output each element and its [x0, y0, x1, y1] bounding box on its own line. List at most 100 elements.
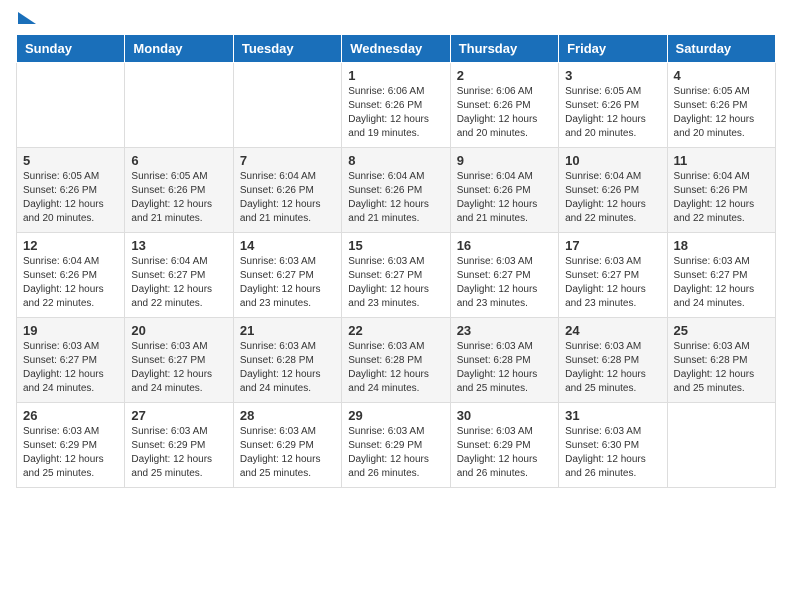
calendar-week-row: 5Sunrise: 6:05 AM Sunset: 6:26 PM Daylig… — [17, 148, 776, 233]
day-info: Sunrise: 6:03 AM Sunset: 6:28 PM Dayligh… — [565, 340, 660, 396]
day-number: 9 — [457, 153, 552, 168]
calendar-table: SundayMondayTuesdayWednesdayThursdayFrid… — [16, 34, 776, 488]
day-info: Sunrise: 6:03 AM Sunset: 6:29 PM Dayligh… — [240, 425, 335, 481]
day-info: Sunrise: 6:03 AM Sunset: 6:29 PM Dayligh… — [131, 425, 226, 481]
day-info: Sunrise: 6:04 AM Sunset: 6:26 PM Dayligh… — [674, 170, 769, 226]
day-of-week-header: Sunday — [17, 35, 125, 63]
day-number: 6 — [131, 153, 226, 168]
day-number: 13 — [131, 238, 226, 253]
day-number: 16 — [457, 238, 552, 253]
calendar-day-cell: 15 Sunrise: 6:03 AM Sunset: 6:27 PM Dayli… — [342, 233, 450, 318]
calendar-day-cell: 8 Sunrise: 6:04 AM Sunset: 6:26 PM Daylig… — [342, 148, 450, 233]
calendar-day-cell: 21 Sunrise: 6:03 AM Sunset: 6:28 PM Dayli… — [233, 318, 341, 403]
day-info: Sunrise: 6:03 AM Sunset: 6:28 PM Dayligh… — [348, 340, 443, 396]
calendar-day-cell: 26 Sunrise: 6:03 AM Sunset: 6:29 PM Dayli… — [17, 403, 125, 488]
calendar-week-row: 1 Sunrise: 6:06 AM Sunset: 6:26 PM Daylig… — [17, 63, 776, 148]
page-header — [16, 16, 776, 24]
calendar-day-cell — [17, 63, 125, 148]
day-info: Sunrise: 6:03 AM Sunset: 6:27 PM Dayligh… — [240, 255, 335, 311]
day-number: 2 — [457, 68, 552, 83]
day-of-week-header: Friday — [559, 35, 667, 63]
day-info: Sunrise: 6:03 AM Sunset: 6:27 PM Dayligh… — [457, 255, 552, 311]
calendar-day-cell: 7 Sunrise: 6:04 AM Sunset: 6:26 PM Daylig… — [233, 148, 341, 233]
day-number: 23 — [457, 323, 552, 338]
calendar-day-cell — [233, 63, 341, 148]
calendar-day-cell: 3 Sunrise: 6:05 AM Sunset: 6:26 PM Daylig… — [559, 63, 667, 148]
day-info: Sunrise: 6:03 AM Sunset: 6:29 PM Dayligh… — [348, 425, 443, 481]
day-of-week-header: Saturday — [667, 35, 775, 63]
day-info: Sunrise: 6:06 AM Sunset: 6:26 PM Dayligh… — [348, 85, 443, 141]
day-info: Sunrise: 6:03 AM Sunset: 6:28 PM Dayligh… — [674, 340, 769, 396]
calendar-week-row: 19 Sunrise: 6:03 AM Sunset: 6:27 PM Dayli… — [17, 318, 776, 403]
calendar-day-cell: 24 Sunrise: 6:03 AM Sunset: 6:28 PM Dayli… — [559, 318, 667, 403]
calendar-day-cell: 29 Sunrise: 6:03 AM Sunset: 6:29 PM Dayli… — [342, 403, 450, 488]
day-info: Sunrise: 6:06 AM Sunset: 6:26 PM Dayligh… — [457, 85, 552, 141]
calendar-day-cell: 22 Sunrise: 6:03 AM Sunset: 6:28 PM Dayli… — [342, 318, 450, 403]
day-info: Sunrise: 6:05 AM Sunset: 6:26 PM Dayligh… — [131, 170, 226, 226]
day-info: Sunrise: 6:03 AM Sunset: 6:28 PM Dayligh… — [457, 340, 552, 396]
calendar-day-cell: 11 Sunrise: 6:04 AM Sunset: 6:26 PM Dayli… — [667, 148, 775, 233]
day-info: Sunrise: 6:03 AM Sunset: 6:28 PM Dayligh… — [240, 340, 335, 396]
calendar-day-cell: 25Sunrise: 6:03 AM Sunset: 6:28 PM Dayli… — [667, 318, 775, 403]
day-number: 3 — [565, 68, 660, 83]
day-number: 26 — [23, 408, 118, 423]
calendar-day-cell: 12 Sunrise: 6:04 AM Sunset: 6:26 PM Dayli… — [17, 233, 125, 318]
day-number: 19 — [23, 323, 118, 338]
day-number: 28 — [240, 408, 335, 423]
day-number: 27 — [131, 408, 226, 423]
day-info: Sunrise: 6:04 AM Sunset: 6:26 PM Dayligh… — [457, 170, 552, 226]
calendar-day-cell: 14 Sunrise: 6:03 AM Sunset: 6:27 PM Dayli… — [233, 233, 341, 318]
day-info: Sunrise: 6:04 AM Sunset: 6:26 PM Dayligh… — [23, 255, 118, 311]
calendar-body: 1 Sunrise: 6:06 AM Sunset: 6:26 PM Daylig… — [17, 63, 776, 488]
calendar-day-cell: 30Sunrise: 6:03 AM Sunset: 6:29 PM Dayli… — [450, 403, 558, 488]
day-number: 7 — [240, 153, 335, 168]
day-info: Sunrise: 6:04 AM Sunset: 6:26 PM Dayligh… — [348, 170, 443, 226]
day-number: 11 — [674, 153, 769, 168]
day-number: 18 — [674, 238, 769, 253]
day-number: 31 — [565, 408, 660, 423]
calendar-day-cell — [125, 63, 233, 148]
day-info: Sunrise: 6:04 AM Sunset: 6:26 PM Dayligh… — [240, 170, 335, 226]
day-number: 4 — [674, 68, 769, 83]
day-number: 8 — [348, 153, 443, 168]
day-info: Sunrise: 6:05 AM Sunset: 6:26 PM Dayligh… — [674, 85, 769, 141]
calendar-day-cell: 6 Sunrise: 6:05 AM Sunset: 6:26 PM Daylig… — [125, 148, 233, 233]
day-info: Sunrise: 6:03 AM Sunset: 6:30 PM Dayligh… — [565, 425, 660, 481]
day-of-week-header: Thursday — [450, 35, 558, 63]
day-number: 22 — [348, 323, 443, 338]
calendar-week-row: 26 Sunrise: 6:03 AM Sunset: 6:29 PM Dayli… — [17, 403, 776, 488]
calendar-day-cell: 23 Sunrise: 6:03 AM Sunset: 6:28 PM Dayli… — [450, 318, 558, 403]
day-of-week-header: Tuesday — [233, 35, 341, 63]
calendar-day-cell: 9 Sunrise: 6:04 AM Sunset: 6:26 PM Daylig… — [450, 148, 558, 233]
day-of-week-header: Wednesday — [342, 35, 450, 63]
calendar-header: SundayMondayTuesdayWednesdayThursdayFrid… — [17, 35, 776, 63]
day-number: 1 — [348, 68, 443, 83]
day-number: 14 — [240, 238, 335, 253]
day-info: Sunrise: 6:05 AM Sunset: 6:26 PM Dayligh… — [565, 85, 660, 141]
day-info: Sunrise: 6:04 AM Sunset: 6:27 PM Dayligh… — [131, 255, 226, 311]
day-number: 15 — [348, 238, 443, 253]
logo — [16, 16, 36, 24]
calendar-day-cell: 10Sunrise: 6:04 AM Sunset: 6:26 PM Dayli… — [559, 148, 667, 233]
calendar-day-cell: 16 Sunrise: 6:03 AM Sunset: 6:27 PM Dayli… — [450, 233, 558, 318]
day-number: 12 — [23, 238, 118, 253]
day-info: Sunrise: 6:03 AM Sunset: 6:27 PM Dayligh… — [565, 255, 660, 311]
day-info: Sunrise: 6:03 AM Sunset: 6:29 PM Dayligh… — [23, 425, 118, 481]
day-info: Sunrise: 6:03 AM Sunset: 6:27 PM Dayligh… — [348, 255, 443, 311]
day-info: Sunrise: 6:03 AM Sunset: 6:27 PM Dayligh… — [131, 340, 226, 396]
day-info: Sunrise: 6:04 AM Sunset: 6:26 PM Dayligh… — [565, 170, 660, 226]
day-number: 17 — [565, 238, 660, 253]
day-number: 29 — [348, 408, 443, 423]
day-number: 21 — [240, 323, 335, 338]
calendar-day-cell: 19 Sunrise: 6:03 AM Sunset: 6:27 PM Dayli… — [17, 318, 125, 403]
day-of-week-header: Monday — [125, 35, 233, 63]
day-number: 24 — [565, 323, 660, 338]
calendar-day-cell: 17 Sunrise: 6:03 AM Sunset: 6:27 PM Dayli… — [559, 233, 667, 318]
day-info: Sunrise: 6:03 AM Sunset: 6:27 PM Dayligh… — [23, 340, 118, 396]
days-of-week-row: SundayMondayTuesdayWednesdayThursdayFrid… — [17, 35, 776, 63]
day-number: 30 — [457, 408, 552, 423]
calendar-day-cell: 18Sunrise: 6:03 AM Sunset: 6:27 PM Dayli… — [667, 233, 775, 318]
day-number: 20 — [131, 323, 226, 338]
calendar-day-cell: 1 Sunrise: 6:06 AM Sunset: 6:26 PM Daylig… — [342, 63, 450, 148]
calendar-day-cell: 4 Sunrise: 6:05 AM Sunset: 6:26 PM Daylig… — [667, 63, 775, 148]
